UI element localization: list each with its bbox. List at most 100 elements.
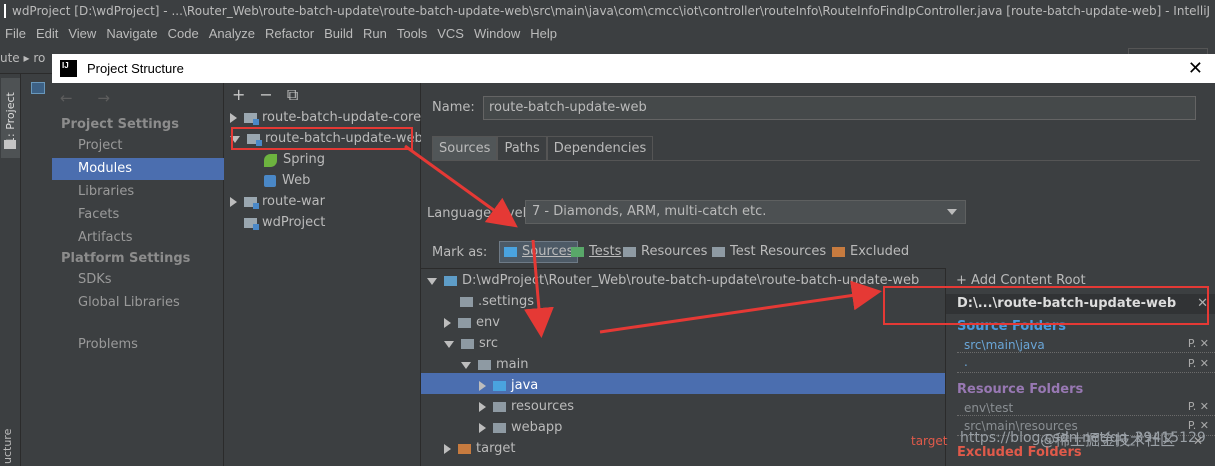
source-folder-controls[interactable]: P. ✕	[1188, 357, 1209, 370]
menu-edit[interactable]: Edit	[31, 26, 63, 41]
web-facet-icon	[264, 175, 276, 187]
menu-run[interactable]: Run	[358, 26, 392, 41]
menu-help[interactable]: Help	[525, 26, 562, 41]
resource-folder-controls[interactable]: P. ✕	[1188, 400, 1209, 413]
menu-navigate[interactable]: Navigate	[101, 26, 162, 41]
mark-excluded-label: Excluded	[850, 244, 910, 259]
mark-excluded-button[interactable]: Excluded	[832, 241, 909, 263]
menu-view[interactable]: View	[63, 26, 101, 41]
resources-folder-icon	[623, 247, 636, 257]
expand-arrow-icon[interactable]	[230, 197, 237, 207]
tree-row-resources[interactable]: resources	[479, 397, 574, 417]
spring-leaf-icon	[264, 153, 277, 167]
properties-icon[interactable]: P.	[1188, 400, 1196, 413]
dialog-title: Project Structure	[87, 61, 184, 76]
collapse-arrow-icon[interactable]	[444, 340, 454, 348]
close-icon[interactable]: ✕	[1200, 400, 1209, 413]
tab-sources[interactable]: Sources	[432, 136, 498, 160]
close-icon[interactable]: ✕	[1193, 434, 1203, 448]
menu-vcs[interactable]: VCS	[432, 26, 469, 41]
mark-tests-label: Tests	[589, 244, 622, 259]
nav-item-sdks[interactable]: SDKs	[52, 269, 224, 291]
add-icon[interactable]: +	[232, 85, 245, 105]
menu-window[interactable]: Window	[469, 26, 525, 41]
properties-icon[interactable]: P.	[1188, 337, 1196, 350]
resource-folders-header: Resource Folders	[957, 382, 1084, 397]
close-icon[interactable]: ✕	[1188, 58, 1203, 79]
module-tree-row[interactable]: route-war	[230, 192, 325, 212]
tree-row-root[interactable]: D:\wdProject\Router_Web\route-batch-upda…	[427, 271, 919, 291]
module-tree-row[interactable]: route-batch-update-core	[230, 108, 421, 128]
tree-row-settings[interactable]: .settings	[460, 292, 534, 312]
expand-arrow-icon[interactable]	[479, 402, 486, 412]
collapse-arrow-icon[interactable]	[461, 361, 471, 369]
properties-icon[interactable]: P.	[1188, 357, 1196, 370]
structure-tool-tab[interactable]: ucture	[1, 424, 20, 464]
resource-folder-path[interactable]: env\test	[964, 401, 1013, 415]
expand-arrow-icon[interactable]	[479, 423, 486, 433]
menu-build[interactable]: Build	[319, 26, 358, 41]
menu-analyze[interactable]: Analyze	[204, 26, 260, 41]
menu-file[interactable]: File	[0, 26, 31, 41]
expand-arrow-icon[interactable]	[479, 381, 486, 391]
excluded-folder-icon	[832, 247, 845, 257]
source-folder-path[interactable]: src\main\java	[964, 338, 1045, 352]
facet-row-web[interactable]: Web	[264, 171, 310, 191]
collapse-arrow-icon[interactable]	[427, 277, 437, 285]
tree-label: resources	[511, 399, 575, 414]
tree-row-main[interactable]: main	[461, 355, 528, 375]
nav-item-facets[interactable]: Facets	[52, 204, 224, 226]
tab-paths[interactable]: Paths	[497, 136, 547, 160]
language-level-label: Language level:	[427, 206, 531, 221]
source-folder-path[interactable]: .	[964, 355, 968, 369]
nav-item-global-libraries[interactable]: Global Libraries	[52, 292, 224, 314]
intellij-logo-icon	[60, 60, 77, 77]
close-icon[interactable]: ✕	[1200, 357, 1209, 370]
nav-item-modules[interactable]: Modules	[52, 158, 224, 180]
expand-arrow-icon[interactable]	[230, 113, 237, 123]
mark-resources-button[interactable]: Resources	[623, 241, 707, 263]
source-folder-controls[interactable]: P. ✕	[1188, 337, 1209, 350]
folder-icon	[493, 423, 506, 433]
copy-icon[interactable]: ⧉	[287, 85, 298, 105]
folder-icon	[444, 276, 457, 286]
excluded-folder-path[interactable]: target	[911, 434, 948, 448]
excluded-folder-icon	[458, 444, 471, 454]
tree-label: java	[511, 378, 539, 393]
tab-dependencies[interactable]: Dependencies	[546, 136, 654, 160]
module-label: route-war	[262, 194, 325, 209]
name-label: Name:	[432, 100, 475, 115]
mark-tests-button[interactable]: Tests	[571, 241, 621, 263]
module-label: wdProject	[262, 215, 326, 230]
tree-row-target[interactable]: target	[444, 439, 516, 459]
module-folder-icon	[244, 218, 259, 230]
nav-item-problems[interactable]: Problems	[52, 334, 224, 356]
nav-item-libraries[interactable]: Libraries	[52, 181, 224, 203]
tree-row-java[interactable]: java	[479, 376, 538, 396]
mark-sources-button[interactable]: Sources	[499, 241, 579, 263]
nav-item-artifacts[interactable]: Artifacts	[52, 227, 224, 249]
menu-refactor[interactable]: Refactor	[260, 26, 319, 41]
folder-icon	[478, 360, 491, 370]
facet-row-spring[interactable]: Spring	[264, 150, 325, 170]
module-tree-row[interactable]: wdProject	[244, 213, 325, 233]
tree-row-webapp[interactable]: webapp	[479, 418, 562, 438]
tree-row-env[interactable]: env	[444, 313, 500, 333]
content-root-tree: D:\wdProject\Router_Web\route-batch-upda…	[421, 268, 945, 466]
nav-back-forward-icons[interactable]: ← →	[60, 89, 120, 107]
nav-item-project[interactable]: Project	[52, 135, 224, 157]
module-name-input[interactable]: route-batch-update-web	[483, 96, 1196, 120]
remove-icon[interactable]: −	[259, 85, 272, 105]
close-icon[interactable]: ✕	[1200, 337, 1209, 350]
navigation-breadcrumb[interactable]: ute ▸ ro	[0, 51, 45, 65]
language-level-select[interactable]: 7 - Diamonds, ARM, multi-catch etc.	[525, 200, 966, 224]
menu-tools[interactable]: Tools	[392, 26, 432, 41]
tree-row-src[interactable]: src	[444, 334, 498, 354]
mark-test-resources-button[interactable]: Test Resources	[712, 241, 826, 263]
module-detail-pane: Name: route-batch-update-web Sources Pat…	[421, 83, 1215, 466]
watermark-brand: @稀土掘金技术社区	[1040, 431, 1176, 449]
expand-arrow-icon[interactable]	[444, 318, 451, 328]
mark-resources-label: Resources	[641, 244, 708, 259]
menu-code[interactable]: Code	[163, 26, 204, 41]
expand-arrow-icon[interactable]	[444, 444, 451, 454]
